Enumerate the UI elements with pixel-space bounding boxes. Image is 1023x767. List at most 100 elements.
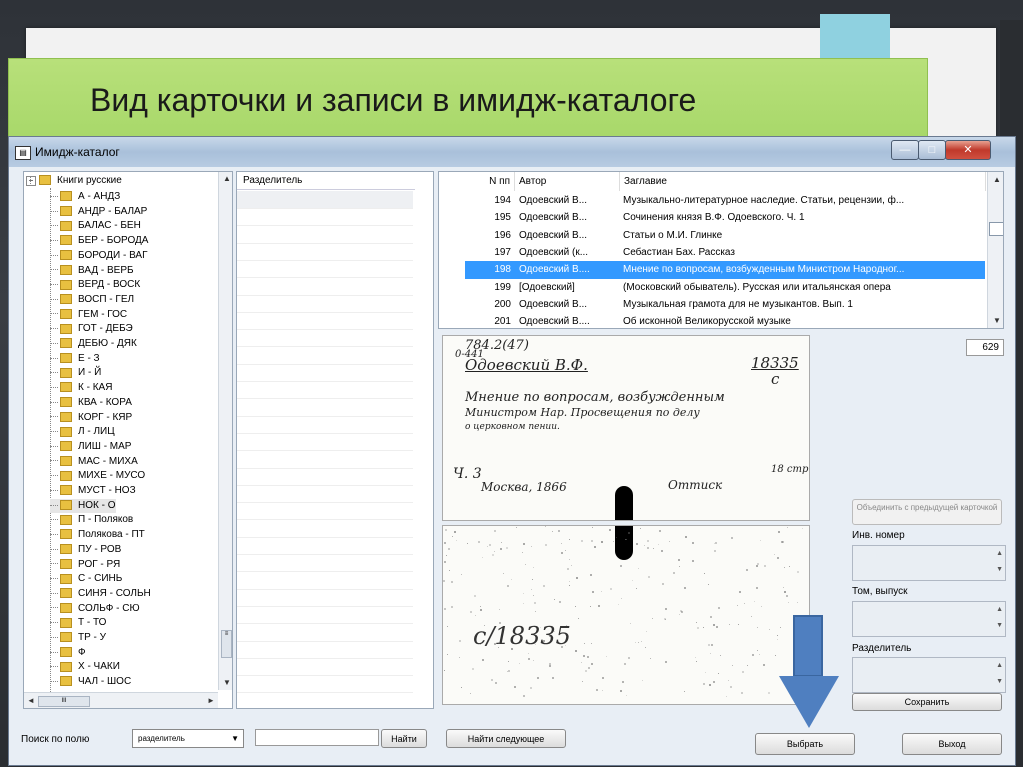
tree-item[interactable]: П - Поляков [50,513,133,527]
minimize-button[interactable]: — [891,140,919,160]
tree-item[interactable]: А - АНДЗ [50,190,120,204]
tree-item[interactable]: ВЕРД - ВОСК [50,278,140,292]
separator-row[interactable] [237,485,413,504]
find-button[interactable]: Найти [381,729,427,748]
separator-row[interactable] [237,572,413,590]
field-select[interactable]: разделитель ▼ [132,729,244,748]
maximize-button[interactable]: □ [918,140,946,160]
separator-row[interactable] [237,347,413,365]
tree-root[interactable]: − Книги русские [26,174,122,188]
find-next-button[interactable]: Найти следующее [446,729,566,748]
window-titlebar[interactable]: ▤ Имидж-каталог — □ ✕ [9,137,1015,167]
tree-item[interactable]: АНДР - БАЛАР [50,205,147,219]
tree-vscroll[interactable]: ▲ ≡ ▼ [218,172,232,690]
tree-item[interactable]: И - Й [50,366,101,380]
tree-item[interactable]: БОРОДИ - ВАГ [50,249,148,263]
separator-row[interactable] [237,520,413,538]
col-title-header[interactable]: Заглавие [620,172,986,191]
spin-down-icon[interactable]: ▼ [996,678,1003,685]
separator-row[interactable] [237,295,413,313]
separator-row[interactable] [237,226,413,244]
tree-item[interactable]: КОРГ - КЯР [50,411,132,425]
tree-scroll-thumb[interactable]: ≡ [221,630,232,658]
separator-row[interactable] [237,329,413,348]
separator-row[interactable] [237,675,413,694]
spin-up-icon[interactable]: ▲ [996,606,1003,613]
tree-item[interactable]: Х - ЧАКИ [50,660,120,674]
tree-item[interactable]: Л - ЛИЦ [50,425,115,439]
scroll-up-icon[interactable]: ▲ [223,174,231,183]
list-row[interactable]: 198 Одоевский В.... Мнение по вопросам, во… [465,261,985,280]
tree-item[interactable]: Т - ТО [50,616,106,630]
scroll-right-icon[interactable]: ► [207,696,215,705]
tree-item[interactable]: СОЛЬФ - СЮ [50,602,140,616]
tree-item[interactable]: ПУ - РОВ [50,543,121,557]
list-row[interactable]: 200 Одоевский В... Музыкальная грамота для… [465,296,985,314]
separator-row[interactable] [237,208,413,227]
exit-button[interactable]: Выход [902,733,1002,755]
tree-item[interactable]: С - СИНЬ [50,572,122,586]
tree-item[interactable]: ГЕМ - ГОС [50,308,127,322]
tree-item[interactable]: ГОТ - ДЕБЭ [50,322,133,336]
list-row[interactable]: 199 [Одоевский] (Московский обыватель). Ру… [465,279,985,297]
spin-down-icon[interactable]: ▼ [996,566,1003,573]
tree-item[interactable]: Е - З [50,352,100,366]
collapse-icon[interactable]: − [26,176,36,186]
tree-item[interactable]: ВОСП - ГЕЛ [50,293,134,307]
tree-item[interactable]: РОГ - РЯ [50,558,120,572]
search-input[interactable] [255,729,379,746]
list-row[interactable]: 194 Одоевский В... Музыкально-литературное… [465,192,985,210]
separator-row[interactable] [237,381,413,400]
separator-row[interactable] [237,641,413,659]
tree-item[interactable]: МУСТ - НОЗ [50,484,136,498]
scroll-down-icon[interactable]: ▼ [993,316,1001,325]
col-num-header[interactable]: N пп [465,172,515,191]
separator-row[interactable] [237,433,413,452]
separator-row[interactable] [237,399,413,417]
separator-row[interactable] [237,416,413,434]
separator-row[interactable] [237,191,413,209]
tree-item[interactable]: СИНЯ - СОЛЬН [50,587,151,601]
separator-row[interactable] [237,502,413,521]
separator-row[interactable] [237,554,413,573]
tree-item[interactable]: МИХЕ - МУСО [50,469,145,483]
tree-item[interactable]: ТР - У [50,631,106,645]
separator-row[interactable] [237,312,413,331]
tree-item[interactable]: КВА - КОРА [50,396,132,410]
volume-field[interactable]: ▲ ▼ [852,601,1006,637]
tree-item[interactable]: ВАД - ВЕРБ [50,264,134,278]
close-button[interactable]: ✕ [945,140,991,160]
tree-item[interactable]: ЛИШ - МАР [50,440,131,454]
tree-item[interactable]: К - КАЯ [50,381,112,395]
separator-row[interactable] [237,278,413,296]
spin-up-icon[interactable]: ▲ [996,662,1003,669]
separator-row[interactable] [237,624,413,642]
combine-with-previous-button[interactable]: Объединить с предыдущей карточкой [852,499,1002,525]
tree-item[interactable]: ЧАЛ - ШОС [50,675,131,689]
tree-item[interactable]: ДЕБЮ - ДЯК [50,337,137,351]
separator-row[interactable] [237,468,413,486]
tree-item[interactable]: БАЛАС - БЕН [50,219,141,233]
tree-hscroll-thumb[interactable]: III [38,696,90,707]
tree-item[interactable]: Полякова - ПТ [50,528,145,542]
spin-up-icon[interactable]: ▲ [996,550,1003,557]
list-row[interactable]: 196 Одоевский В... Статьи о М.И. Глинке [465,227,985,245]
chevron-down-icon[interactable]: ▼ [231,730,239,748]
separator-row[interactable] [237,243,413,261]
tree-item[interactable]: БЕР - БОРОДА [50,234,148,248]
tree-item[interactable]: Ф [50,646,86,660]
separator-row[interactable] [237,260,413,279]
scroll-down-icon[interactable]: ▼ [223,678,231,687]
scroll-up-icon[interactable]: ▲ [993,175,1001,184]
separator-row[interactable] [237,658,413,677]
separator-row[interactable] [237,364,413,382]
choose-button[interactable]: Выбрать [755,733,855,755]
separator-field[interactable]: ▲ ▼ [852,657,1006,693]
separator-row[interactable] [237,606,413,625]
list-vscroll[interactable]: ▲ ▼ [987,172,1003,328]
tree-hscroll[interactable]: ◄ III ► [24,692,218,708]
col-author-header[interactable]: Автор [515,172,620,191]
separator-row[interactable] [237,537,413,555]
list-row[interactable]: 197 Одоевский (к... Себастиан Бах. Рассказ [465,244,985,262]
separator-row[interactable] [237,693,413,708]
